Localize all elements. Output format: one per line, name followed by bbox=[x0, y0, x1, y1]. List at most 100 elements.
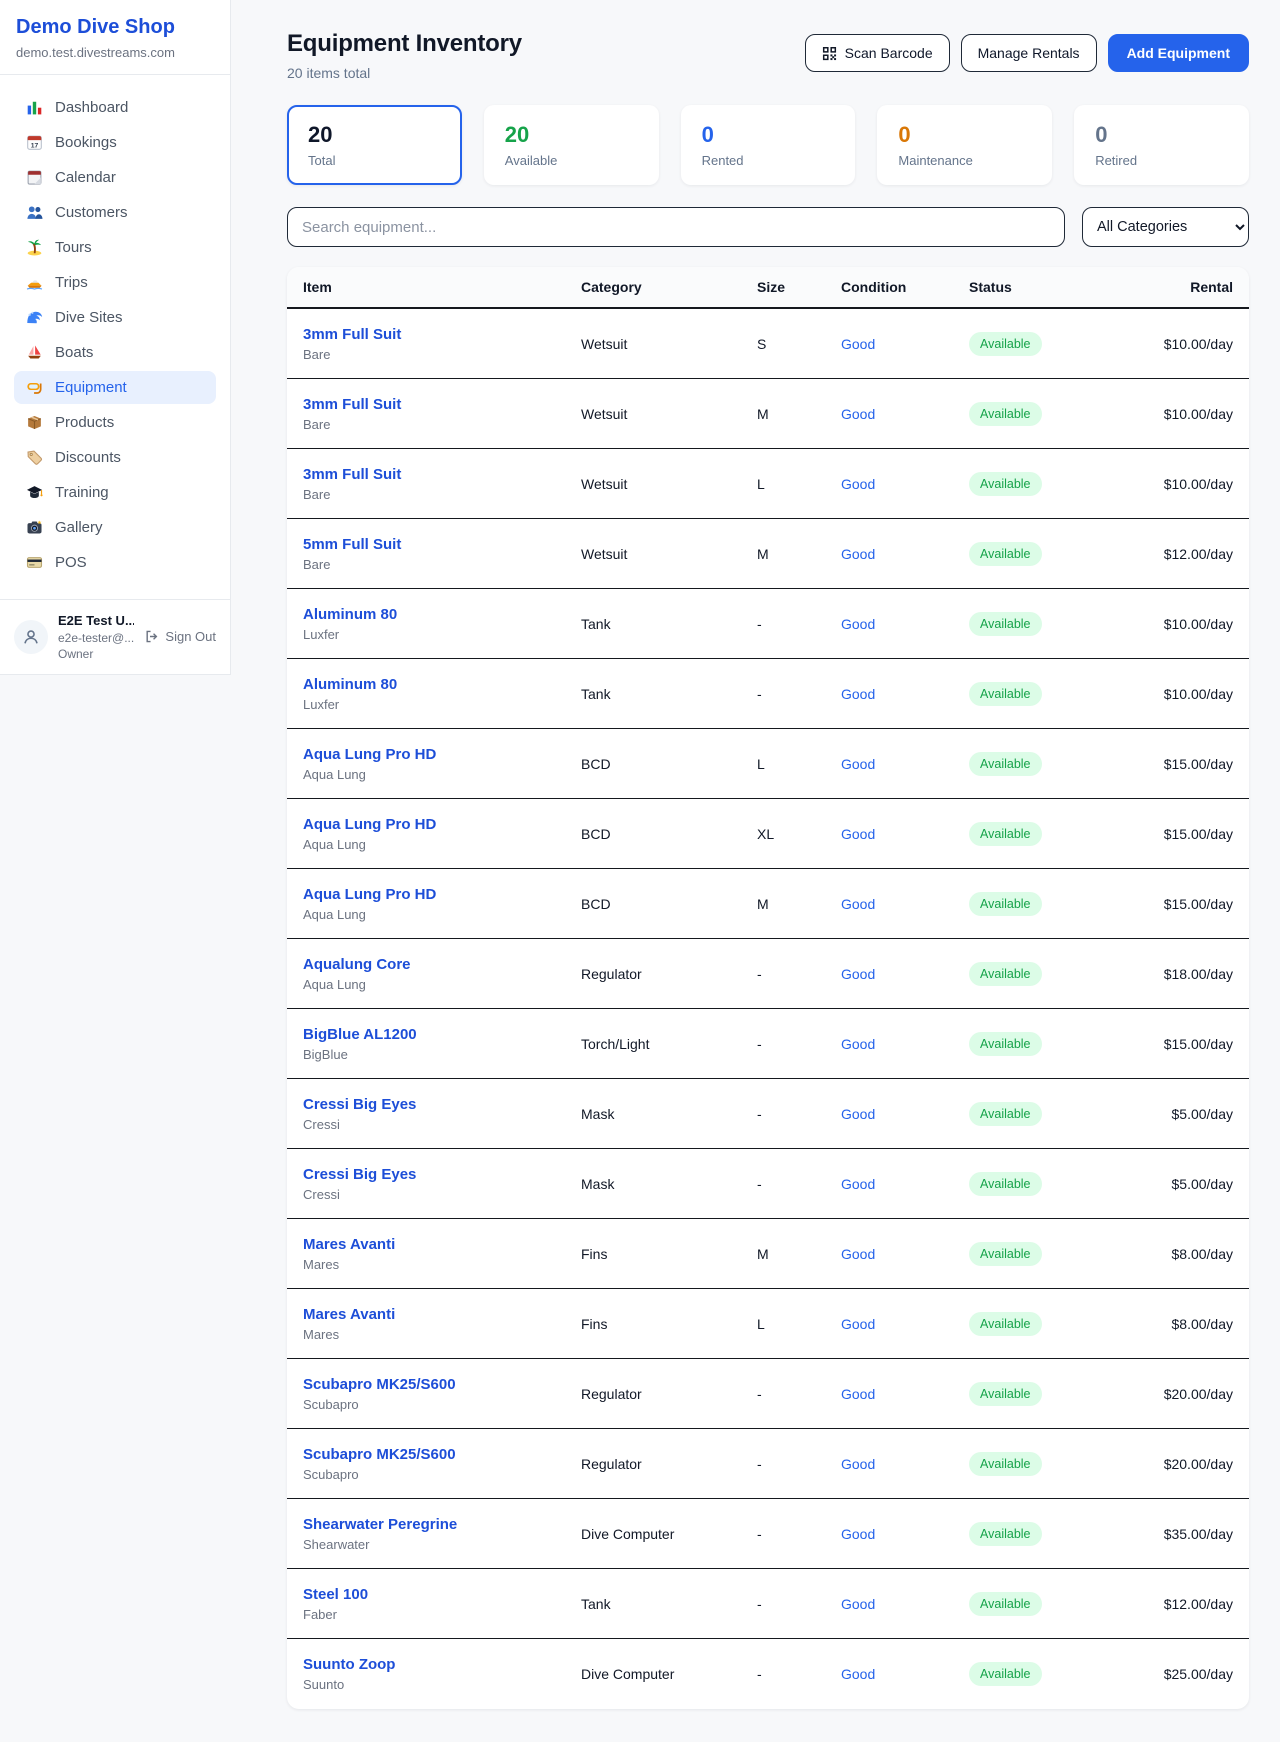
condition-link[interactable]: Good bbox=[841, 336, 875, 352]
item-name-link[interactable]: BigBlue AL1200 bbox=[303, 1026, 417, 1043]
dashboard-icon bbox=[26, 99, 43, 116]
sidebar-item-label: Equipment bbox=[55, 379, 127, 396]
category-filter[interactable]: All Categories bbox=[1082, 207, 1249, 247]
sidebar-item[interactable]: POS bbox=[14, 546, 216, 579]
sidebar-item-label: Products bbox=[55, 414, 114, 431]
condition-link[interactable]: Good bbox=[841, 1036, 875, 1052]
table-row: Suunto Zoop Suunto Dive Computer - Good … bbox=[287, 1639, 1249, 1709]
item-name-link[interactable]: Aqualung Core bbox=[303, 956, 411, 973]
size-cell: - bbox=[757, 686, 841, 702]
condition-link[interactable]: Good bbox=[841, 1456, 875, 1472]
condition-link[interactable]: Good bbox=[841, 1386, 875, 1402]
item-name-link[interactable]: Cressi Big Eyes bbox=[303, 1096, 416, 1113]
item-name-link[interactable]: Aqua Lung Pro HD bbox=[303, 746, 436, 763]
item-cell: Aqua Lung Pro HD Aqua Lung bbox=[303, 746, 581, 782]
item-name-link[interactable]: Cressi Big Eyes bbox=[303, 1166, 416, 1183]
item-name-link[interactable]: Mares Avanti bbox=[303, 1236, 395, 1253]
item-name-link[interactable]: Aqua Lung Pro HD bbox=[303, 886, 436, 903]
item-name-link[interactable]: Steel 100 bbox=[303, 1586, 368, 1603]
size-cell: M bbox=[757, 546, 841, 562]
sidebar-item[interactable]: Calendar bbox=[14, 161, 216, 194]
item-name-link[interactable]: Suunto Zoop bbox=[303, 1656, 395, 1673]
condition-link[interactable]: Good bbox=[841, 896, 875, 912]
stat-card[interactable]: 20 Total bbox=[287, 105, 462, 185]
condition-link[interactable]: Good bbox=[841, 1106, 875, 1122]
condition-link[interactable]: Good bbox=[841, 756, 875, 772]
condition-link[interactable]: Good bbox=[841, 1176, 875, 1192]
status-cell: Available bbox=[969, 822, 1155, 846]
item-name-link[interactable]: Shearwater Peregrine bbox=[303, 1516, 457, 1533]
sidebar-item[interactable]: Products bbox=[14, 406, 216, 439]
category-cell: Fins bbox=[581, 1316, 757, 1332]
sidebar-item[interactable]: Trips bbox=[14, 266, 216, 299]
item-brand: Scubapro bbox=[303, 1467, 581, 1482]
products-icon bbox=[26, 414, 43, 431]
stat-card[interactable]: 0 Retired bbox=[1074, 105, 1249, 185]
item-name-link[interactable]: Mares Avanti bbox=[303, 1306, 395, 1323]
tours-icon bbox=[26, 239, 43, 256]
table-row: Aqua Lung Pro HD Aqua Lung BCD M Good Av… bbox=[287, 869, 1249, 939]
condition-link[interactable]: Good bbox=[841, 1666, 875, 1682]
condition-cell: Good bbox=[841, 336, 969, 352]
person-icon bbox=[22, 628, 40, 646]
sign-out-button[interactable]: Sign Out bbox=[144, 629, 216, 644]
sidebar-item[interactable]: Bookings bbox=[14, 126, 216, 159]
condition-cell: Good bbox=[841, 1526, 969, 1542]
condition-link[interactable]: Good bbox=[841, 1246, 875, 1262]
condition-link[interactable]: Good bbox=[841, 826, 875, 842]
condition-cell: Good bbox=[841, 616, 969, 632]
item-name-link[interactable]: Scubapro MK25/S600 bbox=[303, 1376, 456, 1393]
category-cell: Torch/Light bbox=[581, 1036, 757, 1052]
sidebar-item[interactable]: Equipment bbox=[14, 371, 216, 404]
item-brand: Aqua Lung bbox=[303, 907, 581, 922]
status-cell: Available bbox=[969, 1382, 1155, 1406]
item-name-link[interactable]: Aluminum 80 bbox=[303, 606, 397, 623]
stat-card[interactable]: 0 Rented bbox=[681, 105, 856, 185]
sidebar-item-label: Bookings bbox=[55, 134, 117, 151]
sidebar-item[interactable]: Gallery bbox=[14, 511, 216, 544]
condition-cell: Good bbox=[841, 1596, 969, 1612]
condition-link[interactable]: Good bbox=[841, 546, 875, 562]
category-cell: Tank bbox=[581, 1596, 757, 1612]
add-equipment-button[interactable]: Add Equipment bbox=[1108, 34, 1249, 72]
customers-icon bbox=[26, 204, 43, 221]
sidebar-item[interactable]: Discounts bbox=[14, 441, 216, 474]
category-cell: BCD bbox=[581, 896, 757, 912]
item-name-link[interactable]: Scubapro MK25/S600 bbox=[303, 1446, 456, 1463]
sidebar-item[interactable]: Dashboard bbox=[14, 91, 216, 124]
condition-link[interactable]: Good bbox=[841, 476, 875, 492]
size-cell: - bbox=[757, 1526, 841, 1542]
sidebar-item[interactable]: Tours bbox=[14, 231, 216, 264]
scan-barcode-button[interactable]: Scan Barcode bbox=[805, 34, 950, 72]
condition-link[interactable]: Good bbox=[841, 686, 875, 702]
stat-card[interactable]: 0 Maintenance bbox=[877, 105, 1052, 185]
item-name-link[interactable]: 3mm Full Suit bbox=[303, 326, 401, 343]
item-name-link[interactable]: Aqua Lung Pro HD bbox=[303, 816, 436, 833]
condition-link[interactable]: Good bbox=[841, 1596, 875, 1612]
item-brand: Bare bbox=[303, 347, 581, 362]
sidebar-item[interactable]: Customers bbox=[14, 196, 216, 229]
search-input[interactable] bbox=[287, 207, 1065, 247]
stat-label: Retired bbox=[1095, 153, 1228, 168]
manage-rentals-button[interactable]: Manage Rentals bbox=[961, 34, 1097, 72]
condition-link[interactable]: Good bbox=[841, 1526, 875, 1542]
condition-link[interactable]: Good bbox=[841, 1316, 875, 1332]
status-badge: Available bbox=[969, 402, 1042, 426]
item-brand: Suunto bbox=[303, 1677, 581, 1692]
condition-link[interactable]: Good bbox=[841, 406, 875, 422]
stat-card[interactable]: 20 Available bbox=[484, 105, 659, 185]
item-brand: Aqua Lung bbox=[303, 977, 581, 992]
condition-link[interactable]: Good bbox=[841, 616, 875, 632]
sidebar-item[interactable]: Boats bbox=[14, 336, 216, 369]
sidebar-item[interactable]: Training bbox=[14, 476, 216, 509]
item-name-link[interactable]: Aluminum 80 bbox=[303, 676, 397, 693]
condition-link[interactable]: Good bbox=[841, 966, 875, 982]
size-cell: - bbox=[757, 1036, 841, 1052]
item-name-link[interactable]: 3mm Full Suit bbox=[303, 396, 401, 413]
sidebar-item[interactable]: Dive Sites bbox=[14, 301, 216, 334]
item-name-link[interactable]: 5mm Full Suit bbox=[303, 536, 401, 553]
item-name-link[interactable]: 3mm Full Suit bbox=[303, 466, 401, 483]
item-brand: Aqua Lung bbox=[303, 837, 581, 852]
table-row: Aqua Lung Pro HD Aqua Lung BCD L Good Av… bbox=[287, 729, 1249, 799]
size-cell: S bbox=[757, 336, 841, 352]
